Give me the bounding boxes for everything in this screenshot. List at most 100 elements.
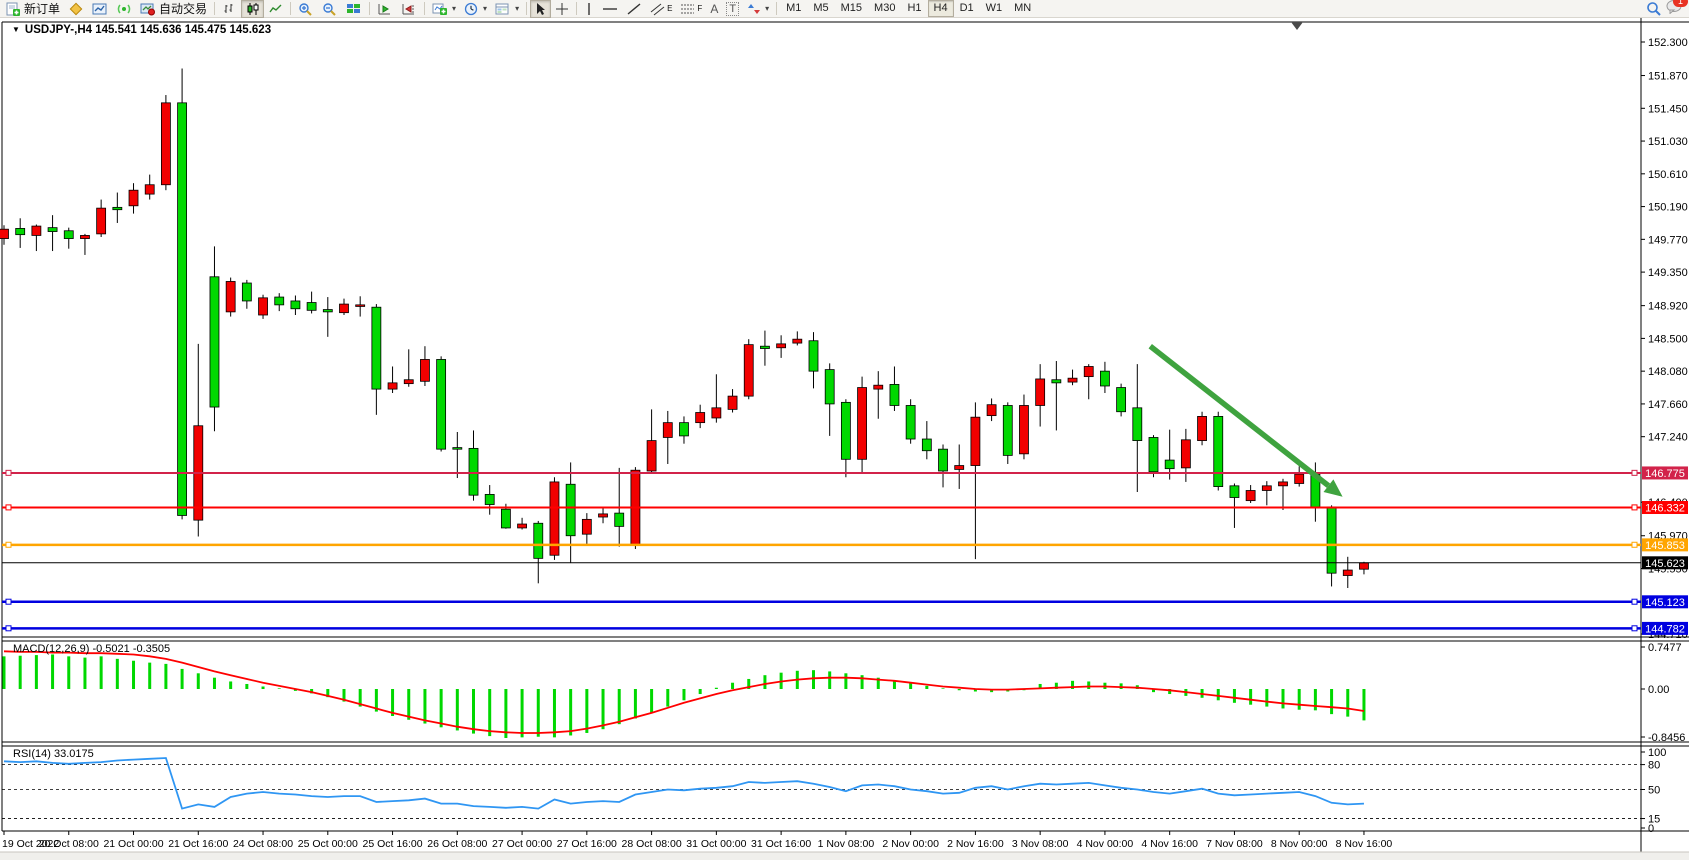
text-tool-button[interactable]: A xyxy=(706,0,722,18)
symbol-title[interactable]: ▼USDJPY-,H4 145.541 145.636 145.475 145.… xyxy=(12,24,271,36)
bar-chart-icon xyxy=(222,2,237,16)
cursor-tool-button[interactable] xyxy=(530,0,551,18)
candle xyxy=(679,423,688,436)
channel-icon xyxy=(650,2,666,16)
line-chart-button[interactable] xyxy=(264,0,287,18)
collapse-triangle-icon[interactable]: ▼ xyxy=(12,25,20,34)
period-button[interactable]: ▾ xyxy=(460,0,491,18)
candle xyxy=(113,207,122,209)
candle xyxy=(161,103,170,185)
time-axis-label: 27 Oct 00:00 xyxy=(492,838,552,850)
market-watch-button[interactable] xyxy=(64,0,88,18)
crosshair-tool-button[interactable] xyxy=(551,0,573,18)
timeframe-H1[interactable]: H1 xyxy=(901,0,927,17)
timeframe-M15[interactable]: M15 xyxy=(835,0,868,17)
timeframe-W1[interactable]: W1 xyxy=(980,0,1009,17)
timeframe-M30[interactable]: M30 xyxy=(868,0,901,17)
candle xyxy=(1246,491,1255,501)
candle xyxy=(307,303,316,311)
chart-canvas[interactable]: 152.300151.870151.450151.030150.610150.1… xyxy=(0,18,1689,860)
line-handle xyxy=(1632,626,1637,631)
time-axis-label: 26 Oct 08:00 xyxy=(427,838,487,850)
separator xyxy=(776,2,777,15)
chart-shift-button[interactable] xyxy=(397,0,421,18)
candle xyxy=(404,380,413,384)
line-handle xyxy=(6,542,11,547)
time-axis-label: 31 Oct 00:00 xyxy=(686,838,746,850)
time-axis-label: 1 Nov 08:00 xyxy=(818,838,875,850)
macd-axis-label: 0.00 xyxy=(1648,684,1669,696)
candle xyxy=(64,231,73,239)
chart-window-button[interactable] xyxy=(88,0,112,18)
price-tag-label: 145.623 xyxy=(1645,558,1685,570)
timeframe-M5[interactable]: M5 xyxy=(807,0,834,17)
timeframe-MN[interactable]: MN xyxy=(1008,0,1037,17)
line-handle xyxy=(6,470,11,475)
notifications-button[interactable]: 1 xyxy=(1666,0,1683,19)
chart-window[interactable]: 152.300151.870151.450151.030150.610150.1… xyxy=(0,18,1689,860)
candle xyxy=(841,402,850,459)
timeframe-M1[interactable]: M1 xyxy=(780,0,807,17)
zoom-in-button[interactable] xyxy=(294,0,318,18)
zoom-in-icon xyxy=(298,2,314,16)
candle xyxy=(712,408,721,418)
crosshair-icon xyxy=(555,2,569,16)
candlestick-chart-button[interactable] xyxy=(241,0,264,18)
candle xyxy=(1019,405,1028,453)
price-tag-label: 145.853 xyxy=(1645,540,1685,552)
candle xyxy=(1214,416,1223,486)
fibonacci-tool-button[interactable]: F xyxy=(676,0,706,18)
candle xyxy=(1117,388,1126,412)
candle xyxy=(1100,371,1109,386)
line-handle xyxy=(1632,505,1637,510)
trendline-tool-button[interactable] xyxy=(622,0,646,18)
candle xyxy=(323,310,332,312)
arrows-icon xyxy=(747,2,761,16)
candle xyxy=(987,405,996,416)
line-handle xyxy=(6,599,11,604)
separator xyxy=(290,2,291,15)
time-axis-label: 25 Oct 16:00 xyxy=(362,838,422,850)
time-axis-label: 25 Oct 00:00 xyxy=(298,838,358,850)
signal-button[interactable] xyxy=(112,0,136,18)
tile-windows-button[interactable] xyxy=(342,0,366,18)
zoom-out-icon xyxy=(322,2,338,16)
separator xyxy=(369,2,370,15)
market-watch-icon xyxy=(68,2,84,16)
candle xyxy=(453,448,462,450)
candle xyxy=(663,423,672,438)
autotrading-icon xyxy=(140,2,156,16)
new-order-button[interactable]: 新订单 xyxy=(2,0,64,18)
price-tag-label: 146.775 xyxy=(1645,468,1685,480)
candle xyxy=(971,417,980,465)
candle xyxy=(1036,379,1045,406)
channel-sub-label: E xyxy=(667,4,672,13)
bar-chart-button[interactable] xyxy=(218,0,241,18)
auto-scroll-button[interactable] xyxy=(373,0,397,18)
zoom-out-button[interactable] xyxy=(318,0,342,18)
candle xyxy=(647,441,656,471)
search-icon[interactable] xyxy=(1646,1,1662,16)
candle xyxy=(226,281,235,311)
timeframe-H4[interactable]: H4 xyxy=(928,0,954,17)
candle xyxy=(1052,380,1061,383)
candle xyxy=(1359,563,1368,569)
label-tool-button[interactable]: T xyxy=(722,0,743,18)
vertical-line-tool-button[interactable] xyxy=(580,0,598,18)
channel-tool-button[interactable]: E xyxy=(646,0,676,18)
timeframe-D1[interactable]: D1 xyxy=(954,0,980,17)
price-tick-label: 149.350 xyxy=(1648,267,1688,279)
candle xyxy=(275,297,284,305)
chevron-down-icon: ▾ xyxy=(483,4,487,13)
template-button[interactable]: ▾ xyxy=(491,0,523,18)
autotrading-button[interactable]: 自动交易 xyxy=(136,0,211,18)
new-chart-button[interactable]: ▾ xyxy=(428,0,460,18)
auto-scroll-icon xyxy=(377,2,393,16)
line-handle xyxy=(6,626,11,631)
candle xyxy=(599,514,608,517)
price-tag-label: 144.782 xyxy=(1645,623,1685,635)
horizontal-line-tool-button[interactable] xyxy=(598,0,622,18)
candle xyxy=(922,439,931,451)
arrows-tool-button[interactable]: ▾ xyxy=(743,0,773,18)
text-icon: A xyxy=(710,2,718,16)
